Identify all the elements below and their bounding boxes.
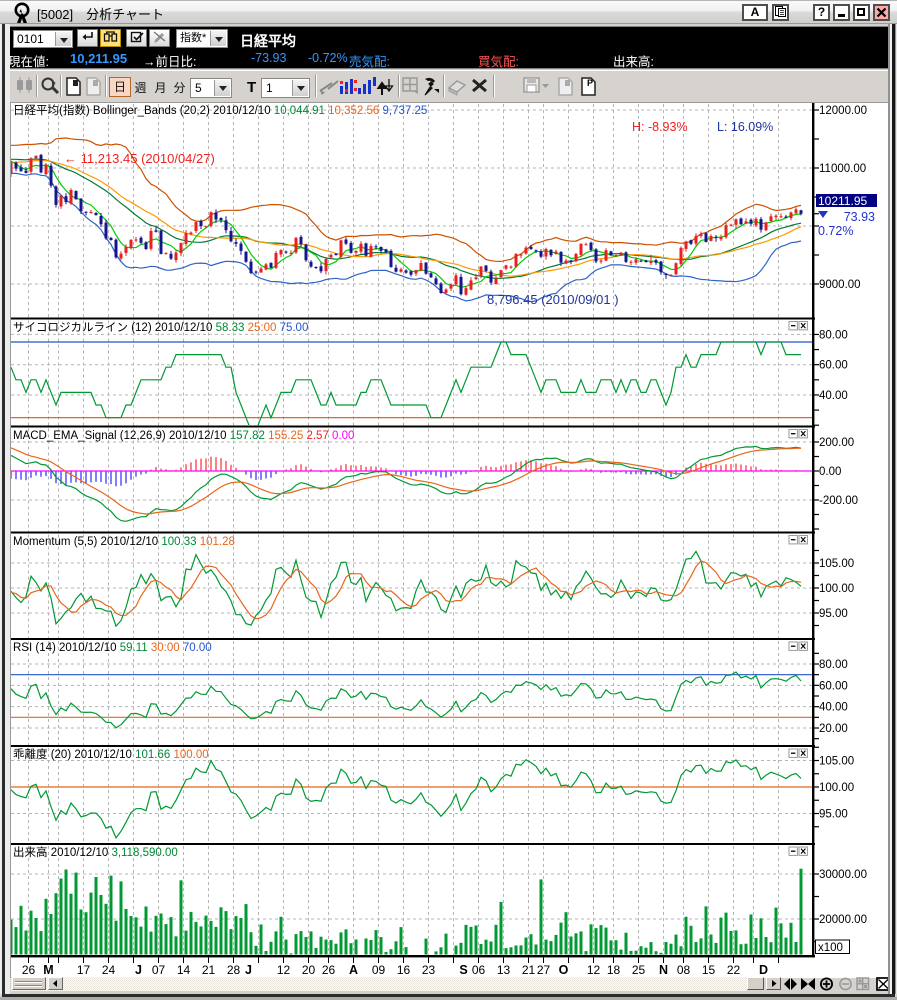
svg-text:23: 23 (422, 963, 436, 977)
svg-text:x100: x100 (818, 942, 843, 954)
svg-text:40.00: 40.00 (819, 702, 848, 714)
svg-text:9000.00: 9000.00 (819, 279, 861, 291)
svg-text:L: 16.09%: L: 16.09% (717, 120, 773, 134)
svg-text:26: 26 (322, 963, 336, 977)
svg-text:12: 12 (277, 963, 291, 977)
svg-text:MACD_EMA_Signal (12,26,9) 2010: MACD_EMA_Signal (12,26,9) 2010/12/10 157… (13, 430, 354, 442)
svg-text:20.00: 20.00 (819, 723, 848, 735)
svg-text:0.72%: 0.72% (818, 224, 853, 238)
svg-text:日経平均(指数) Bollinger_Bands (20,2: 日経平均(指数) Bollinger_Bands (20,2) 2010/12/… (13, 103, 427, 117)
svg-text:O: O (559, 963, 569, 977)
svg-text:11000.00: 11000.00 (819, 163, 866, 175)
svg-text:30000.00: 30000.00 (819, 869, 867, 881)
svg-text:27: 27 (537, 963, 551, 977)
svg-text:16: 16 (397, 963, 411, 977)
svg-text:← 11,213.45 (2010/04/27): ← 11,213.45 (2010/04/27) (64, 151, 215, 166)
svg-text:乖離度 (20) 2010/12/10 101.66 100: 乖離度 (20) 2010/12/10 101.66 100.00 (13, 747, 209, 761)
svg-text:60.00: 60.00 (819, 680, 848, 692)
svg-text:73.93: 73.93 (844, 210, 875, 224)
svg-text:95.00: 95.00 (819, 809, 848, 821)
svg-text:18: 18 (607, 963, 621, 977)
svg-text:20000.00: 20000.00 (819, 914, 867, 926)
svg-text:08: 08 (677, 963, 691, 977)
svg-text:A: A (349, 963, 358, 977)
svg-text:Momentum (5,5) 2010/12/10 100.: Momentum (5,5) 2010/12/10 100.33 101.28 (13, 536, 235, 548)
svg-text:80.00: 80.00 (819, 329, 848, 341)
svg-text:21: 21 (202, 963, 216, 977)
svg-text:15: 15 (702, 963, 716, 977)
svg-text:RSI (14) 2010/12/10 59.11 30:0: RSI (14) 2010/12/10 59.11 30:00 70.00 (13, 642, 212, 654)
svg-text:07: 07 (152, 963, 166, 977)
svg-text:95.00: 95.00 (819, 608, 848, 620)
svg-text:-200.00: -200.00 (819, 495, 858, 507)
svg-text:105.00: 105.00 (819, 558, 854, 570)
svg-text:24: 24 (102, 963, 116, 977)
svg-text:200.00: 200.00 (819, 437, 854, 449)
svg-text:105.00: 105.00 (819, 756, 854, 768)
svg-text:09: 09 (372, 963, 386, 977)
svg-text:0.00: 0.00 (819, 466, 841, 478)
svg-text:28: 28 (227, 963, 241, 977)
svg-text:20: 20 (302, 963, 316, 977)
svg-text:12000.00: 12000.00 (819, 105, 867, 117)
svg-text:40.00: 40.00 (819, 390, 848, 402)
svg-text:100.00: 100.00 (819, 583, 854, 595)
svg-text:13: 13 (497, 963, 511, 977)
svg-text:06: 06 (472, 963, 486, 977)
svg-text:サイコロジカルライン (12) 2010/12/10 58.: サイコロジカルライン (12) 2010/12/10 58.33 25:00 7… (13, 321, 308, 334)
svg-text:17: 17 (77, 963, 91, 977)
svg-text:M: M (43, 963, 53, 977)
svg-text:J: J (135, 963, 142, 977)
svg-text:26: 26 (22, 963, 36, 977)
svg-text:出来高 2010/12/10 3,118,590.00: 出来高 2010/12/10 3,118,590.00 (13, 845, 178, 859)
svg-text:8,796.45 (2010/09/01 ): 8,796.45 (2010/09/01 ) (487, 292, 619, 307)
svg-text:S: S (459, 963, 467, 977)
svg-text:25: 25 (632, 963, 646, 977)
svg-text:100.00: 100.00 (819, 782, 854, 794)
svg-text:21: 21 (522, 963, 536, 977)
svg-text:60.00: 60.00 (819, 360, 848, 372)
svg-text:H: -8.93%: H: -8.93% (632, 120, 688, 134)
svg-text:J: J (245, 963, 252, 977)
svg-text:22: 22 (727, 963, 741, 977)
svg-text:80.00: 80.00 (819, 659, 848, 671)
svg-text:12: 12 (587, 963, 601, 977)
svg-text:N: N (659, 963, 668, 977)
svg-text:D: D (759, 963, 768, 977)
svg-text:10211.95: 10211.95 (818, 194, 867, 208)
svg-text:14: 14 (177, 963, 191, 977)
